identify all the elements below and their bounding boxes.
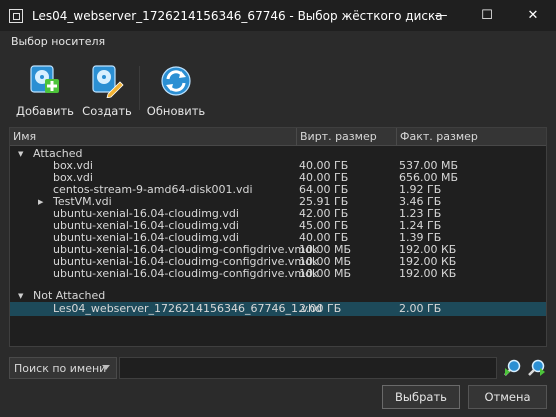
- add-button-label: Добавить: [16, 104, 74, 118]
- category-label: Not Attached: [33, 289, 106, 302]
- refresh-button-label: Обновить: [146, 104, 206, 118]
- refresh-icon: [161, 66, 191, 96]
- search-next-icon[interactable]: [526, 358, 546, 378]
- collapse-arrow-icon[interactable]: ▼: [18, 148, 23, 160]
- add-button[interactable]: Добавить: [14, 60, 76, 120]
- window-title: Les04_webserver_1726214156346_67746 - Вы…: [32, 8, 443, 23]
- row-virtual-size: 10.00 МБ: [299, 267, 352, 280]
- close-icon: ✕: [527, 8, 539, 23]
- minimize-icon: —: [434, 8, 448, 23]
- chevron-down-icon: [102, 365, 110, 370]
- close-button[interactable]: ✕: [510, 0, 556, 31]
- cancel-button[interactable]: Отмена: [468, 385, 547, 409]
- search-mode-value: Поиск по имени: [14, 361, 107, 375]
- title-bar: Les04_webserver_1726214156346_67746 - Вы…: [0, 0, 556, 31]
- row-actual-size: 192.00 КБ: [399, 267, 457, 280]
- row-name: ubuntu-xenial-16.04-cloudimg-configdrive…: [53, 267, 319, 280]
- create-button[interactable]: Создать: [76, 60, 138, 120]
- search-mode-select[interactable]: Поиск по имени: [9, 357, 117, 379]
- column-header-name[interactable]: Имя: [10, 128, 296, 146]
- add-disk-icon: [30, 65, 59, 93]
- column-header-actual-size[interactable]: Факт. размер: [396, 128, 546, 146]
- table-row-selected[interactable]: Les04_webserver_1726214156346_67746_1.vh…: [10, 302, 546, 316]
- toolbar-separator: [139, 66, 140, 110]
- media-selection-label: Выбор носителя: [11, 35, 106, 48]
- table-header: Имя Вирт. размер Факт. размер: [10, 128, 546, 146]
- search-previous-icon[interactable]: [502, 358, 522, 378]
- search-input[interactable]: [119, 357, 497, 379]
- table-row[interactable]: ubuntu-xenial-16.04-cloudimg-configdrive…: [10, 268, 546, 280]
- select-button[interactable]: Выбрать: [382, 385, 460, 409]
- maximize-button[interactable]: ☐: [464, 0, 510, 31]
- row-name: Les04_webserver_1726214156346_67746_1.vh…: [53, 302, 322, 315]
- dialog-icon: [9, 8, 23, 23]
- minimize-button[interactable]: —: [418, 0, 464, 31]
- maximize-icon: ☐: [481, 8, 493, 23]
- create-button-label: Создать: [82, 104, 132, 118]
- expand-arrow-icon[interactable]: ▶: [38, 196, 43, 208]
- column-header-virtual-size[interactable]: Вирт. размер: [296, 128, 396, 146]
- collapse-arrow-icon[interactable]: ▼: [18, 290, 23, 302]
- media-table[interactable]: Имя Вирт. размер Факт. размер ▼ Attached…: [9, 127, 547, 347]
- row-virtual-size: 2.00 ГБ: [299, 302, 342, 315]
- row-actual-size: 2.00 ГБ: [399, 302, 442, 315]
- create-disk-icon: [92, 65, 124, 98]
- refresh-button[interactable]: Обновить: [144, 60, 208, 120]
- category-row-not-attached[interactable]: ▼ Not Attached: [10, 290, 546, 302]
